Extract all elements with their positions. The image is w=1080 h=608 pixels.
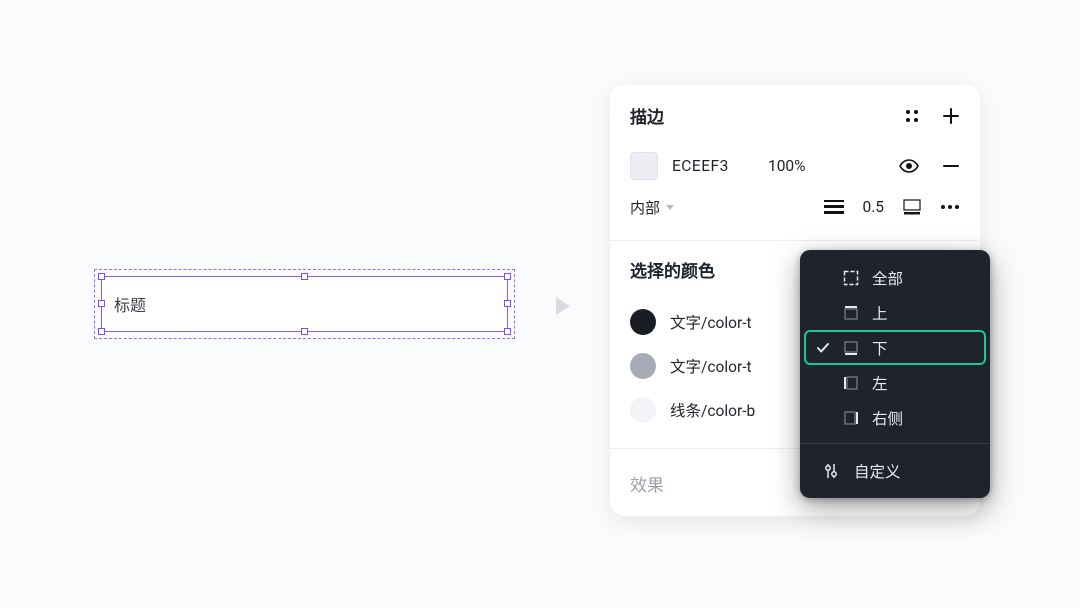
option-label: 右侧: [872, 407, 974, 429]
stroke-hex-value[interactable]: ECEEF3: [672, 157, 768, 175]
color-label: 文字/color-t: [670, 311, 752, 333]
border-top-icon: [842, 305, 860, 321]
check-icon: [816, 341, 830, 355]
stroke-section-title: 描边: [630, 103, 664, 128]
resize-handle-tr[interactable]: [504, 273, 511, 280]
border-bottom-icon: [842, 340, 860, 356]
add-stroke-button[interactable]: [942, 107, 960, 125]
resize-handle-br[interactable]: [504, 328, 511, 335]
stroke-side-option-all[interactable]: 全部: [800, 260, 990, 295]
custom-label: 自定义: [854, 460, 901, 482]
stroke-position-select[interactable]: 内部: [630, 197, 674, 218]
resize-handle-bl[interactable]: [98, 328, 105, 335]
stroke-settings-row: 内部 0.5: [630, 186, 960, 228]
stroke-side-option-top[interactable]: 上: [800, 295, 990, 330]
settings-sliders-icon: [822, 463, 840, 479]
stroke-side-option-bottom[interactable]: 下: [804, 330, 986, 365]
stroke-side-option-right[interactable]: 右侧: [800, 400, 990, 435]
chevron-down-icon: [666, 205, 674, 210]
stroke-more-button[interactable]: [940, 204, 960, 210]
divider: [800, 443, 990, 444]
resize-handle-bm[interactable]: [301, 328, 308, 335]
color-label: 线条/color-b: [670, 399, 755, 421]
option-label: 下: [872, 337, 974, 359]
color-swatch[interactable]: [630, 309, 656, 335]
border-left-icon: [842, 375, 860, 391]
stroke-weight-icon[interactable]: [824, 200, 844, 214]
arrow-right-icon: [556, 297, 570, 315]
stroke-color-swatch[interactable]: [630, 152, 658, 180]
stroke-weight-value[interactable]: 0.5: [862, 198, 884, 216]
styles-icon[interactable]: [904, 108, 920, 124]
canvas-selected-element[interactable]: 标题: [94, 269, 515, 339]
element-label: 标题: [114, 296, 146, 315]
resize-handle-ml[interactable]: [98, 300, 105, 307]
color-label: 文字/color-t: [670, 355, 752, 377]
border-all-icon: [842, 270, 860, 286]
option-label: 左: [872, 372, 974, 394]
option-label: 上: [872, 302, 974, 324]
visibility-toggle[interactable]: [898, 158, 920, 174]
stroke-color-row: ECEEF3 100%: [630, 146, 960, 186]
stroke-side-button[interactable]: [902, 198, 922, 216]
stroke-side-option-left[interactable]: 左: [800, 365, 990, 400]
resize-handle-tl[interactable]: [98, 273, 105, 280]
stroke-side-menu: 全部 上 下 左: [800, 250, 990, 498]
color-swatch[interactable]: [630, 397, 656, 423]
stroke-position-label: 内部: [630, 197, 660, 218]
stroke-side-custom[interactable]: 自定义: [800, 452, 990, 488]
resize-handle-mr[interactable]: [504, 300, 511, 307]
color-swatch[interactable]: [630, 353, 656, 379]
resize-handle-tm[interactable]: [301, 273, 308, 280]
option-label: 全部: [872, 267, 974, 289]
stroke-section: 描边 ECEEF3 1: [610, 85, 980, 240]
remove-stroke-button[interactable]: [942, 157, 960, 175]
stroke-opacity-value[interactable]: 100%: [768, 157, 838, 175]
border-right-icon: [842, 410, 860, 426]
